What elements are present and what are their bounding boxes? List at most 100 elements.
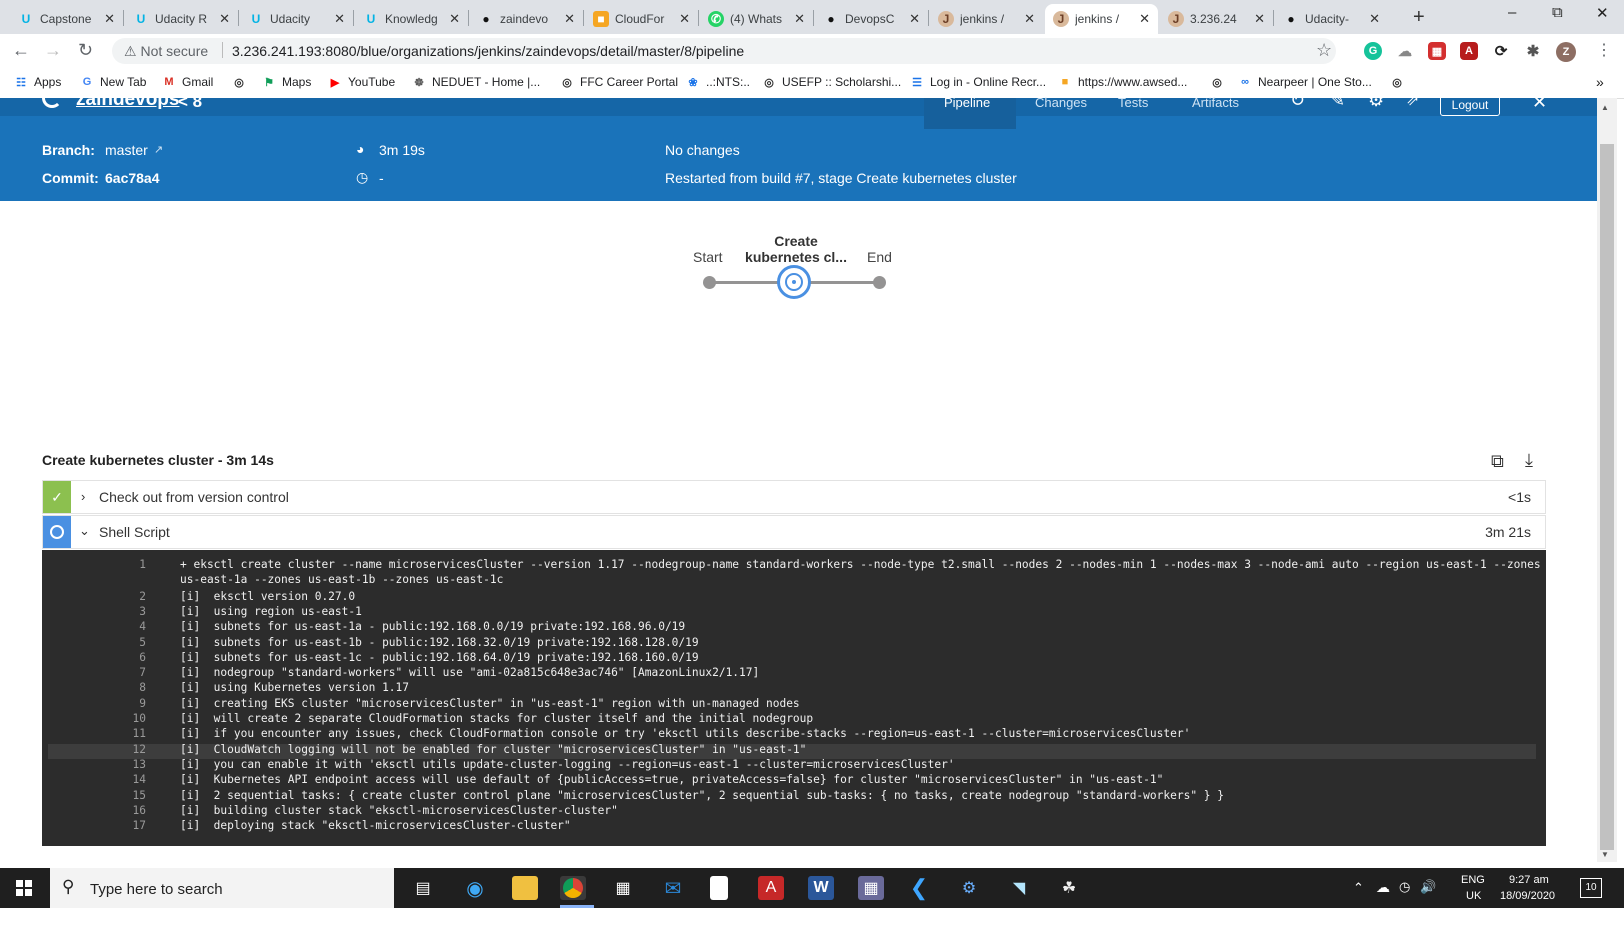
- console-line-number[interactable]: 13: [82, 758, 146, 771]
- step-row-shell-script[interactable]: ⌄ Shell Script 3m 21s: [42, 515, 1546, 549]
- console-line-number[interactable]: 7: [82, 666, 146, 679]
- sync-extension-icon[interactable]: ⟳: [1492, 42, 1510, 60]
- browser-tab[interactable]: ● zaindevo ✕: [470, 4, 583, 34]
- bookmark-item[interactable]: ☷ Apps: [14, 75, 61, 89]
- download-log-icon[interactable]: ⤓: [1525, 450, 1533, 471]
- new-tab-button[interactable]: +: [1413, 6, 1425, 29]
- bookmark-item[interactable]: ◎: [1210, 75, 1230, 89]
- back-icon[interactable]: ←: [12, 40, 30, 61]
- browser-tab[interactable]: Jjenkins / ✕: [930, 4, 1043, 34]
- not-secure-indicator[interactable]: ⚠ Not secure: [124, 43, 208, 60]
- acrobat-icon[interactable]: A: [758, 876, 784, 900]
- close-tab-icon[interactable]: ✕: [334, 11, 345, 27]
- console-line-number[interactable]: 2: [82, 590, 146, 603]
- bookmark-item[interactable]: ◎: [1390, 75, 1410, 89]
- file-explorer-icon[interactable]: [512, 876, 538, 900]
- console-line-number[interactable]: 11: [82, 727, 146, 740]
- close-tab-icon[interactable]: ✕: [564, 11, 575, 27]
- page-scrollbar-thumb[interactable]: [1600, 144, 1614, 850]
- bookmark-item[interactable]: M Gmail: [162, 75, 213, 89]
- browser-tab[interactable]: Jjenkins / ✕: [1045, 4, 1158, 34]
- grammarly-icon[interactable]: G: [1364, 42, 1382, 60]
- close-tab-icon[interactable]: ✕: [794, 11, 805, 27]
- browser-tab[interactable]: U Knowledg ✕: [355, 4, 468, 34]
- browser-tab[interactable]: J 3.236.24 ✕: [1160, 4, 1273, 34]
- browser-tab[interactable]: U Udacity ✕: [240, 4, 353, 34]
- console-line-number[interactable]: 12: [82, 743, 146, 756]
- bookmark-item[interactable]: G New Tab: [80, 75, 147, 89]
- console-line-number[interactable]: 16: [82, 804, 146, 817]
- console-line-number[interactable]: 6: [82, 651, 146, 664]
- calculator-icon[interactable]: ▦: [858, 876, 884, 900]
- store-icon[interactable]: ▦: [610, 876, 636, 900]
- close-tab-icon[interactable]: ✕: [449, 11, 460, 27]
- branch-value[interactable]: master: [105, 142, 148, 158]
- bookmark-item[interactable]: ☰ Log in - Online Recr...: [910, 75, 1046, 89]
- tray-chevron-icon[interactable]: ⌃: [1353, 880, 1364, 896]
- paint-icon[interactable]: ☘: [1056, 876, 1082, 900]
- commit-value[interactable]: 6ac78a4: [105, 170, 160, 186]
- console-line-number[interactable]: 4: [82, 620, 146, 633]
- onedrive-icon[interactable]: ☁: [1376, 879, 1390, 896]
- close-tab-icon[interactable]: ✕: [1369, 11, 1380, 27]
- close-tab-icon[interactable]: ✕: [1254, 11, 1265, 27]
- wifi-icon[interactable]: ◷: [1399, 879, 1410, 895]
- close-tab-icon[interactable]: ✕: [679, 11, 690, 27]
- windows-start-icon[interactable]: [16, 880, 32, 896]
- pipeline-title-link[interactable]: zaindevops: [76, 89, 179, 111]
- tab-artifacts[interactable]: Artifacts: [1192, 95, 1239, 110]
- close-tab-icon[interactable]: ✕: [1024, 11, 1035, 27]
- close-tab-icon[interactable]: ✕: [219, 11, 230, 27]
- notification-center-icon[interactable]: 10: [1580, 878, 1602, 898]
- tab-pipeline[interactable]: Pipeline: [944, 95, 990, 110]
- console-line-number[interactable]: 8: [82, 681, 146, 694]
- vscode-icon[interactable]: ❮: [906, 875, 932, 900]
- clock-time[interactable]: 9:27 am: [1509, 874, 1549, 886]
- taskbar-search-placeholder[interactable]: Type here to search: [90, 881, 223, 898]
- scroll-up-icon[interactable]: ▲: [1601, 103, 1609, 112]
- console-line-number[interactable]: 3: [82, 605, 146, 618]
- browser-tab[interactable]: ✆ (4) Whats ✕: [700, 4, 813, 34]
- classic-ui-exit-icon[interactable]: ⇗: [1406, 90, 1419, 110]
- close-run-icon[interactable]: ✕: [1532, 92, 1547, 113]
- console-line-number[interactable]: 9: [82, 697, 146, 710]
- scroll-down-icon[interactable]: ▼: [1601, 850, 1609, 859]
- bookmarks-more-button[interactable]: »: [1596, 74, 1604, 90]
- browser-tab[interactable]: ■ CloudFor ✕: [585, 4, 698, 34]
- open-log-external-icon[interactable]: ⧉: [1491, 451, 1504, 472]
- browser-tab[interactable]: ● DevopsC ✕: [815, 4, 928, 34]
- graph-stage-label[interactable]: Create kubernetes cl...: [744, 233, 848, 265]
- extensions-puzzle-icon[interactable]: ✱: [1524, 42, 1542, 60]
- word-icon[interactable]: W: [808, 876, 834, 900]
- maximize-icon[interactable]: ⧉: [1552, 4, 1563, 21]
- console-line-number[interactable]: 1: [82, 558, 146, 571]
- bookmark-item[interactable]: ■ https://www.awsed...: [1058, 75, 1188, 89]
- logout-button[interactable]: Logout: [1440, 94, 1500, 116]
- extension-cloud-icon[interactable]: ☁: [1396, 42, 1414, 60]
- mail-icon[interactable]: ✉: [660, 876, 686, 900]
- bookmark-item[interactable]: ◎ USEFP :: Scholarshi...: [762, 75, 901, 89]
- pdf-extension-icon[interactable]: A: [1460, 42, 1478, 60]
- url-text[interactable]: 3.236.241.193:8080/blue/organizations/je…: [232, 43, 744, 59]
- extension-red-icon[interactable]: ▦: [1428, 42, 1446, 60]
- bookmark-item[interactable]: ☸ NEDUET - Home |...: [412, 75, 540, 89]
- bookmark-item[interactable]: ▶ YouTube: [328, 75, 395, 89]
- edge-icon[interactable]: ◉: [462, 876, 488, 900]
- browser-tab[interactable]: ● Udacity- ✕: [1275, 4, 1388, 34]
- star-bookmark-icon[interactable]: ☆: [1316, 40, 1332, 61]
- close-tab-icon[interactable]: ✕: [1139, 11, 1150, 27]
- notepad-icon[interactable]: [710, 876, 728, 900]
- close-tab-icon[interactable]: ✕: [909, 11, 920, 27]
- chrome-menu-icon[interactable]: ⋮: [1596, 40, 1612, 60]
- clock-date[interactable]: 18/09/2020: [1500, 890, 1555, 902]
- step-row-checkout[interactable]: ✓ › Check out from version control <1s: [42, 480, 1546, 514]
- chrome-taskbar-icon[interactable]: [560, 876, 586, 900]
- bookmark-item[interactable]: ❀ ..:NTS:..: [686, 75, 750, 89]
- browser-tab[interactable]: U Udacity R ✕: [125, 4, 238, 34]
- bookmark-item[interactable]: ⚑ Maps: [262, 75, 311, 89]
- edit-pencil-icon[interactable]: ✎: [1330, 90, 1345, 111]
- console-line-number[interactable]: 15: [82, 789, 146, 802]
- close-tab-icon[interactable]: ✕: [104, 11, 115, 27]
- chevron-right-icon[interactable]: ›: [81, 489, 85, 504]
- lang-secondary[interactable]: UK: [1466, 890, 1481, 902]
